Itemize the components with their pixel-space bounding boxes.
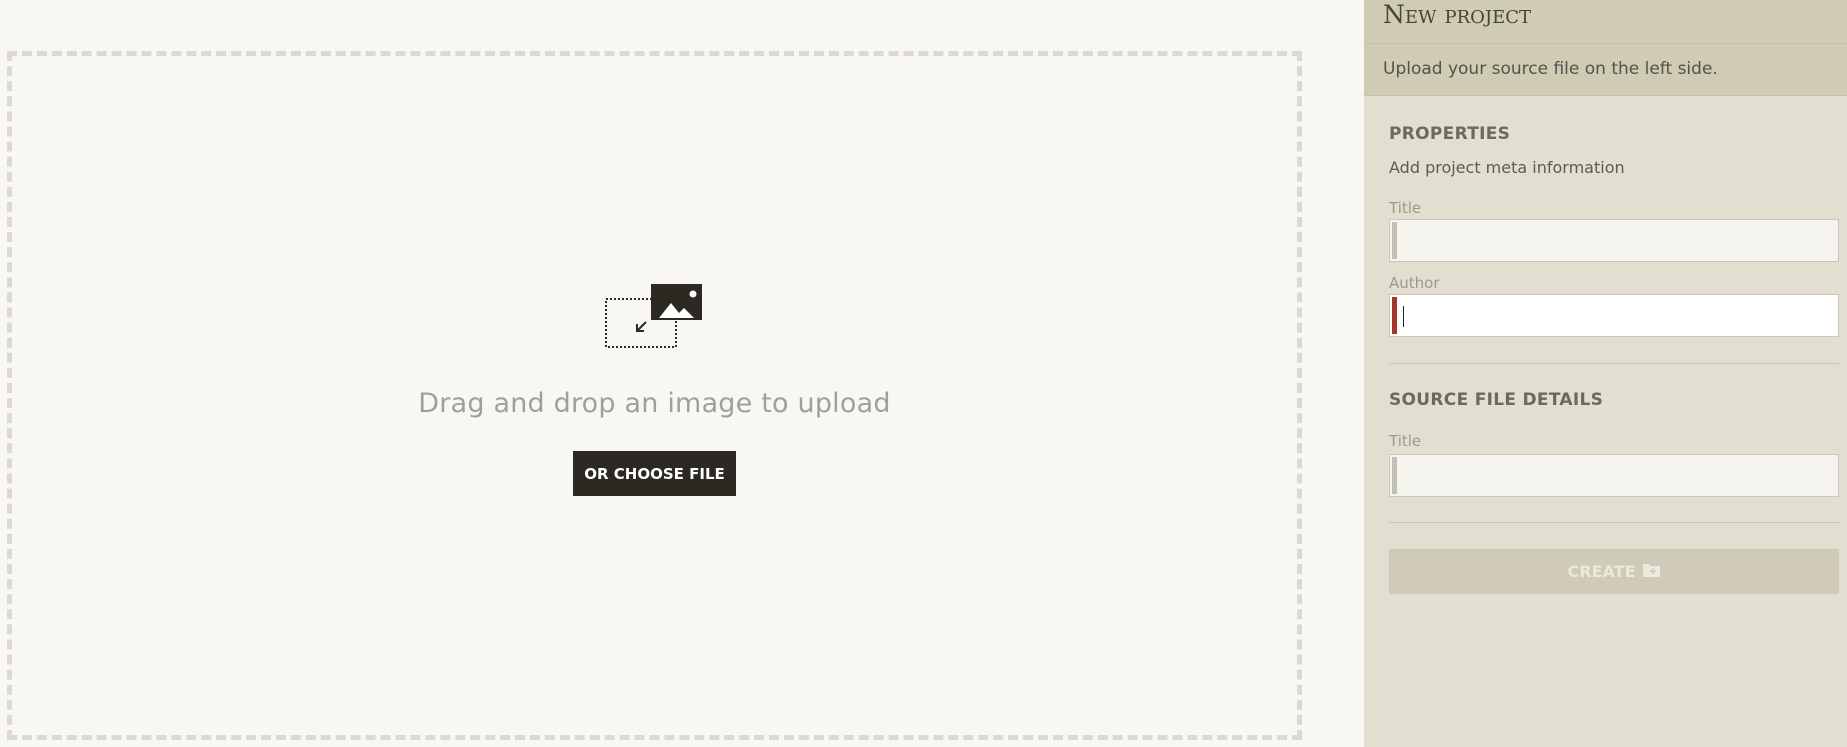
section-divider: [1389, 363, 1839, 364]
source-title-field[interactable]: [1389, 454, 1839, 497]
section-divider: [1389, 522, 1839, 523]
field-status-bar: [1392, 457, 1397, 494]
panel-subtitle: Upload your source file on the left side…: [1383, 59, 1718, 79]
author-field[interactable]: [1389, 294, 1839, 337]
panel-title: New project: [1364, 0, 1847, 44]
create-button-label: CREATE: [1567, 562, 1636, 581]
image-dropzone[interactable]: Drag and drop an image to upload OR CHOO…: [7, 51, 1302, 740]
create-button[interactable]: CREATE: [1389, 549, 1839, 594]
field-error-bar: [1392, 297, 1397, 334]
new-project-page: Drag and drop an image to upload OR CHOO…: [0, 0, 1847, 747]
title-label: Title: [1389, 199, 1422, 217]
author-label: Author: [1389, 274, 1440, 292]
dropzone-content: Drag and drop an image to upload OR CHOO…: [12, 284, 1297, 496]
project-panel: New project Upload your source file on t…: [1364, 0, 1847, 747]
properties-description: Add project meta information: [1389, 158, 1625, 177]
source-title-input[interactable]: [1399, 455, 1838, 496]
dropzone-instruction: Drag and drop an image to upload: [418, 388, 891, 419]
source-title-label: Title: [1389, 432, 1422, 450]
project-title-field[interactable]: [1389, 219, 1839, 262]
panel-body: PROPERTIES Add project meta information …: [1364, 124, 1847, 594]
field-status-bar: [1392, 222, 1397, 259]
author-input[interactable]: [1399, 295, 1838, 336]
image-upload-icon: [604, 284, 704, 350]
properties-heading: PROPERTIES: [1389, 124, 1511, 144]
panel-header: New project Upload your source file on t…: [1364, 0, 1847, 96]
folder-plus-icon: [1643, 562, 1661, 581]
project-title-input[interactable]: [1399, 220, 1838, 261]
choose-file-button[interactable]: OR CHOOSE FILE: [573, 451, 736, 496]
source-heading: SOURCE FILE DETAILS: [1389, 390, 1604, 410]
